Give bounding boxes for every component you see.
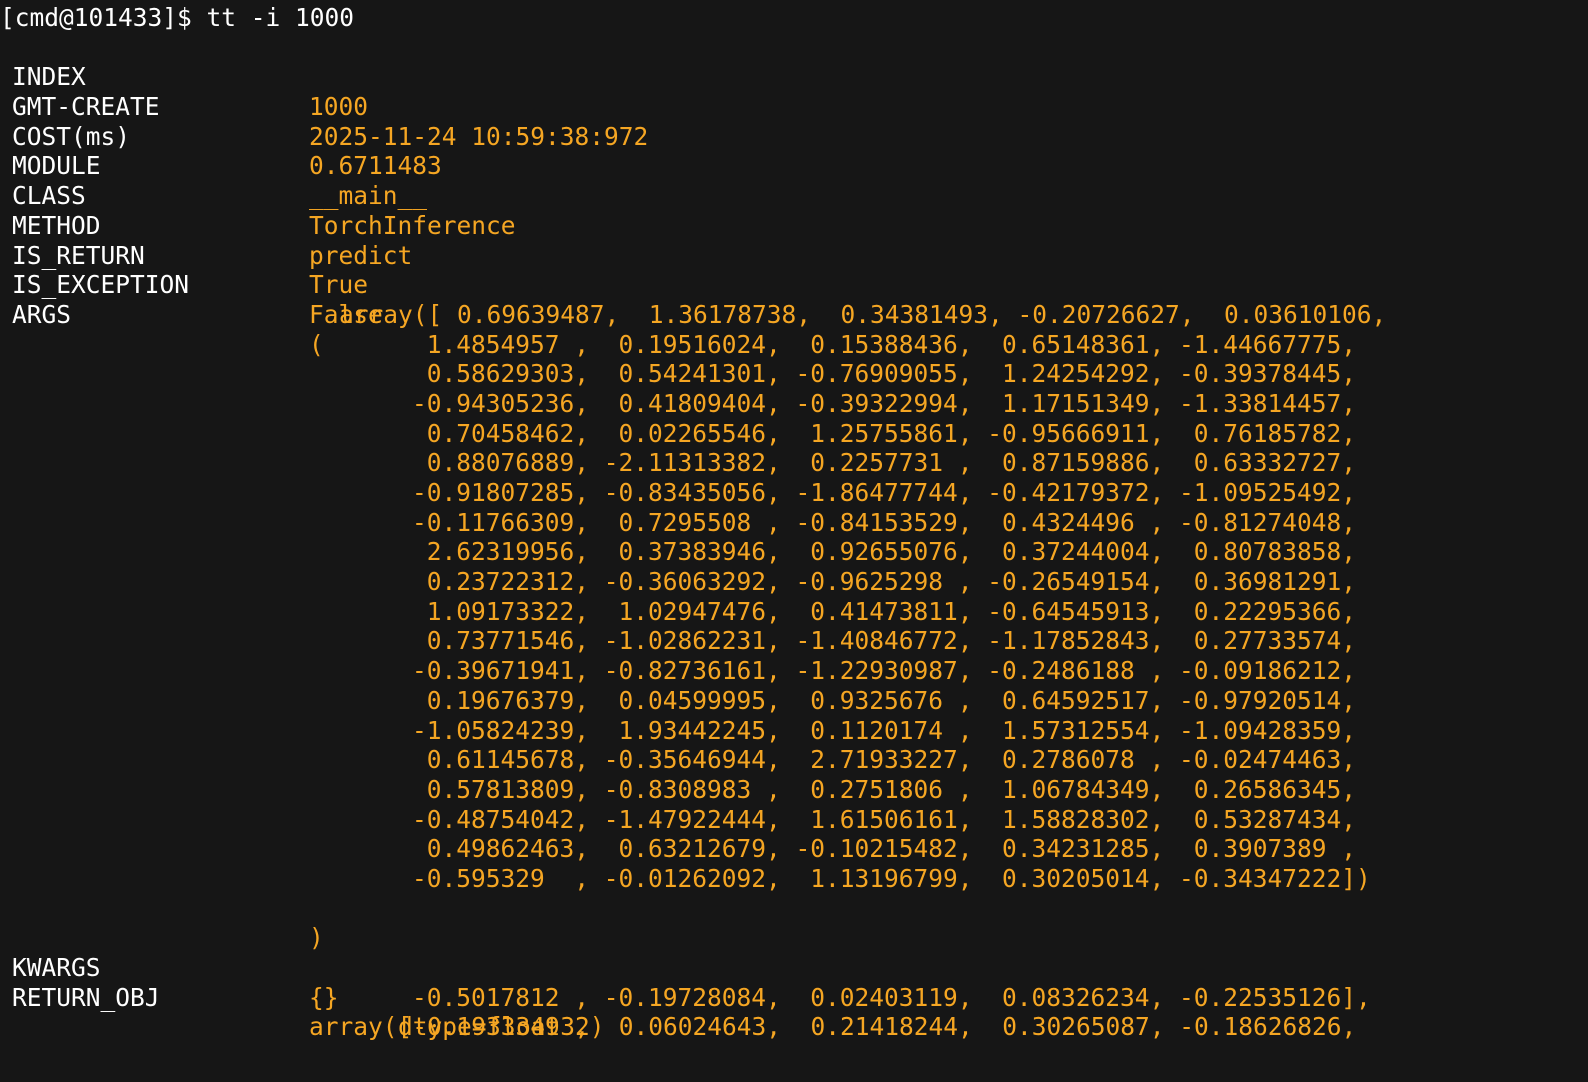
args-array-line: 0.49862463, 0.63212679, -0.10215482, 0.3… — [412, 834, 1357, 864]
args-array-line: 0.58629303, 0.54241301, -0.76909055, 1.2… — [412, 359, 1357, 389]
args-array-line: -0.595329 , -0.01262092, 1.13196799, 0.3… — [412, 863, 1371, 893]
args-array-line: 0.19676379, 0.04599995, 0.9325676 , 0.64… — [412, 685, 1357, 715]
args-array-line: -0.94305236, 0.41809404, -0.39322994, 1.… — [412, 388, 1357, 418]
field-row-args: ARGS ( — [0, 270, 1588, 359]
args-array-line: 1.4854957 , 0.19516024, 0.15388436, 0.65… — [412, 329, 1357, 359]
field-row-module: MODULE __main__ — [0, 122, 1588, 210]
field-row-is-return: IS_RETURN True — [0, 211, 1588, 300]
args-array-line: -0.48754042, -1.47922444, 1.61506161, 1.… — [412, 804, 1357, 834]
args-array-line: 1.09173322, 1.02947476, 0.41473811, -0.6… — [412, 596, 1357, 626]
args-array-line: 0.88076889, -2.11313382, 0.2257731 , 0.8… — [412, 448, 1357, 478]
args-array-line: -1.05824239, 1.93442245, 0.1120174 , 1.5… — [412, 715, 1357, 745]
args-array-line: 0.57813809, -0.8308983 , 0.2751806 , 1.0… — [412, 774, 1357, 804]
command-prompt: [cmd@101433]$ tt -i 1000 — [0, 3, 355, 32]
return-dtype-line: dtype=float32) — [398, 1012, 605, 1042]
args-array-line: 0.23722312, -0.36063292, -0.9625298 , -0… — [412, 567, 1357, 597]
field-row-class: CLASS TorchInference — [0, 151, 1588, 240]
args-array-line: 0.70458462, 0.02265546, 1.25755861, -0.9… — [412, 418, 1357, 448]
field-row-index: INDEX 1000 — [0, 33, 1588, 121]
args-array-line: array([ 0.69639487, 1.36178738, 0.343814… — [339, 299, 1387, 329]
field-row-is-exception: IS_EXCEPTION False — [0, 241, 1588, 329]
return-array-line: -0.5017812 , -0.19728084, 0.02403119, 0.… — [412, 982, 1371, 1012]
args-array-line: 2.62319956, 0.37383946, 0.92655076, 0.37… — [412, 537, 1357, 567]
args-array-line: 0.61145678, -0.35646944, 2.71933227, 0.2… — [412, 745, 1357, 775]
args-array-line: -0.11766309, 0.7295508 , -0.84153529, 0.… — [412, 507, 1357, 537]
terminal-output: [cmd@101433]$ tt -i 1000 INDEX 1000 GMT-… — [0, 3, 1588, 1042]
field-row-method: METHOD predict — [0, 181, 1588, 270]
args-array-block: array([ 0.69639487, 1.36178738, 0.343814… — [0, 300, 1588, 894]
args-array-line: -0.39671941, -0.82736161, -1.22930987, -… — [412, 656, 1357, 686]
field-row-gmt-create: GMT-CREATE 2025-11-24 10:59:38:972 — [0, 62, 1588, 151]
args-array-line: -0.91807285, -0.83435056, -1.86477744, -… — [412, 478, 1357, 507]
field-row-kwargs: KWARGS {} — [0, 923, 1588, 1012]
field-row-cost: COST(ms) 0.6711483 — [0, 92, 1588, 181]
args-array-line: 0.73771546, -1.02862231, -1.40846772, -1… — [412, 626, 1357, 656]
field-row-return-obj: RETURN_OBJ array([-0.1933349 , 0.0602464… — [0, 953, 1588, 1042]
args-close-row: ) — [0, 894, 1588, 952]
